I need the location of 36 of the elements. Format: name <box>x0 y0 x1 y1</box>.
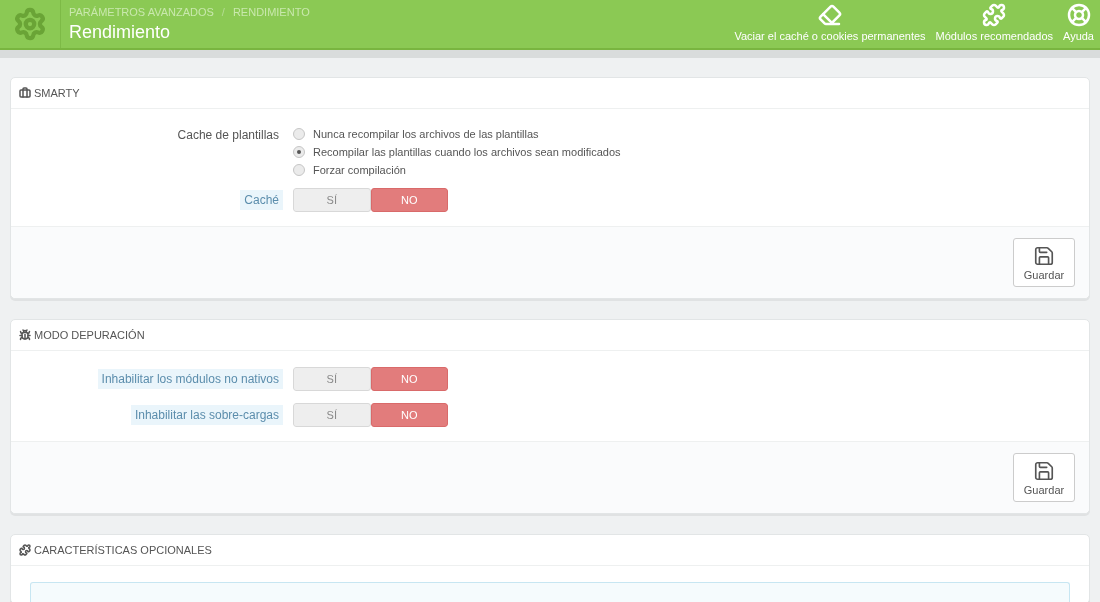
switch-option[interactable]: SÍ <box>293 188 371 212</box>
switch-option[interactable]: NO <box>370 367 448 391</box>
toolbar-button[interactable]: Ayuda <box>1063 3 1094 42</box>
switch-option[interactable]: SÍ <box>293 367 371 391</box>
breadcrumb-link[interactable]: RENDIMIENTO <box>232 5 310 18</box>
panel-title: CARACTERÍSTICAS OPCIONALES <box>34 544 212 556</box>
field-label: Cache de plantillas <box>176 127 280 144</box>
radio-button[interactable] <box>293 128 305 140</box>
radio-button[interactable] <box>293 164 305 176</box>
eraser-icon <box>818 3 842 27</box>
floppy-icon <box>1033 244 1055 267</box>
briefcase-icon <box>19 87 31 99</box>
puzzle-icon <box>982 3 1007 27</box>
radio-button[interactable] <box>293 146 305 158</box>
page-title: Rendimiento <box>69 21 172 43</box>
save-button[interactable]: Guardar <box>1013 453 1075 502</box>
save-button[interactable]: Guardar <box>1013 238 1075 287</box>
toolbar-button[interactable]: Vaciar el caché o cookies permanentes <box>734 3 926 42</box>
switch-option[interactable]: SÍ <box>293 403 371 427</box>
field-label: Caché <box>240 190 283 210</box>
field-label: Inhabilitar los módulos no nativos <box>97 369 283 389</box>
breadcrumb-link[interactable]: PARÁMETROS AVANZADOS <box>69 5 214 18</box>
radio-label: Forzar compilación <box>313 164 406 176</box>
bug-icon <box>19 329 31 341</box>
floppy-icon <box>1033 459 1055 482</box>
field-label: Inhabilitar las sobre-cargas <box>130 405 283 425</box>
switch-option[interactable]: NO <box>370 188 448 212</box>
lifebuoy-icon <box>1066 3 1091 27</box>
radio-label: Nunca recompilar los archivos de las plantillas <box>313 128 539 140</box>
radio-label: Recompilar las plantillas cuando los archivos sean modificados <box>313 146 621 158</box>
breadcrumb-separator: / <box>221 5 225 18</box>
toolbar-button[interactable]: Módulos recomendados <box>935 3 1053 42</box>
switch-option[interactable]: NO <box>370 403 448 427</box>
panel-title: SMARTY <box>34 87 80 99</box>
puzzle-icon <box>19 544 31 556</box>
panel-title: MODO DEPURACIÓN <box>34 329 145 341</box>
